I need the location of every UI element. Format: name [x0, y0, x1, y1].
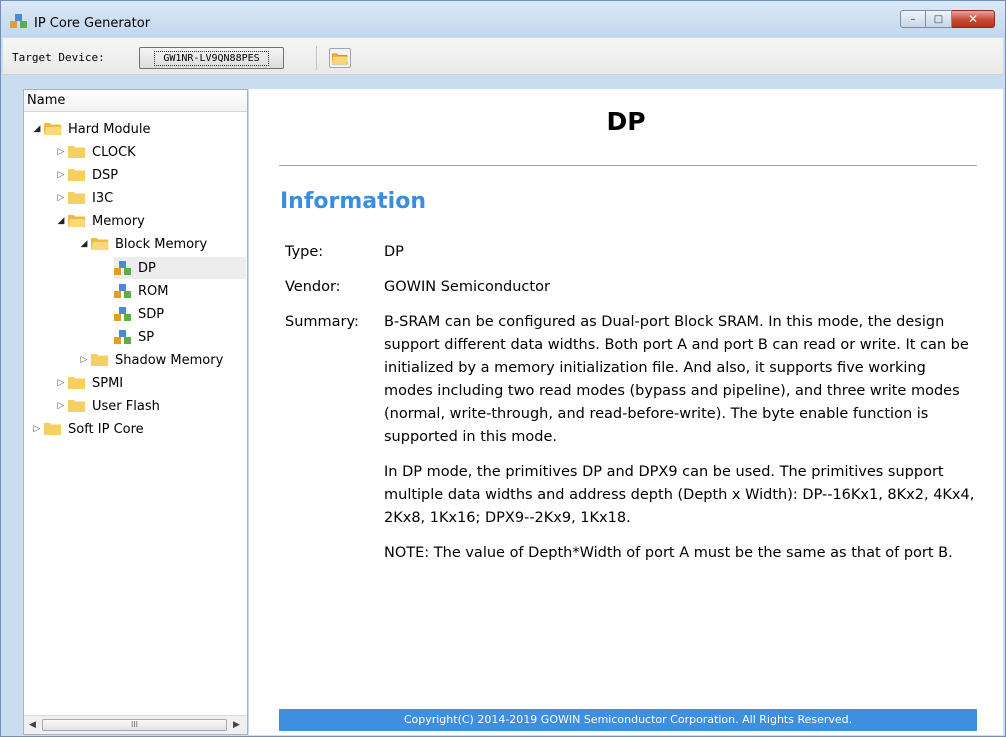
target-device-label: Target Device:: [12, 51, 105, 64]
tree-horizontal-scrollbar[interactable]: ◀ III ▶: [24, 715, 247, 734]
folder-icon: [91, 354, 108, 366]
tree-node-user-flash[interactable]: ▷ User Flash: [54, 395, 160, 417]
tree-node-clock[interactable]: ▷ CLOCK: [54, 141, 136, 163]
ip-core-cubes-icon: [114, 307, 131, 321]
scroll-left-arrow-icon[interactable]: ◀: [29, 720, 36, 730]
window-title: IP Core Generator: [34, 16, 151, 31]
tree-node-spmi[interactable]: ▷ SPMI: [54, 372, 124, 394]
expanded-arrow-icon[interactable]: ◢: [30, 124, 44, 134]
folder-icon: [68, 377, 85, 389]
title-bar[interactable]: IP Core Generator – □ ✕: [1, 1, 1005, 37]
summary-paragraph-1: B-SRAM can be configured as Dual-port Bl…: [384, 314, 969, 445]
tree-column-header[interactable]: Name: [24, 90, 247, 112]
app-cubes-icon: [10, 14, 27, 28]
tree-node-i3c[interactable]: ▷ I3C: [54, 187, 114, 209]
expanded-arrow-icon[interactable]: ◢: [77, 239, 91, 249]
vendor-value: GOWIN Semiconductor: [384, 279, 550, 295]
folder-open-icon: [68, 215, 86, 227]
scroll-right-arrow-icon[interactable]: ▶: [233, 720, 240, 730]
tree-node-sp[interactable]: SP: [114, 326, 154, 348]
tree-node-soft-ip-core[interactable]: ▷ Soft IP Core: [30, 418, 144, 440]
folder-icon: [68, 400, 85, 412]
tree-node-label: Memory: [92, 213, 145, 229]
expanded-arrow-icon[interactable]: ◢: [54, 216, 68, 226]
folder-icon: [68, 146, 85, 158]
ip-core-cubes-icon: [114, 284, 131, 298]
folder-icon: [68, 169, 85, 181]
tree-node-hard-module[interactable]: ◢ Hard Module: [30, 118, 151, 140]
tree-node-label: SDP: [138, 306, 165, 322]
type-row: Type: DP: [285, 241, 975, 264]
information-heading: Information: [280, 189, 426, 214]
window-controls: – □ ✕: [900, 10, 995, 28]
summary-key: Summary:: [285, 314, 359, 330]
collapsed-arrow-icon[interactable]: ▷: [54, 170, 68, 180]
collapsed-arrow-icon[interactable]: ▷: [54, 401, 68, 411]
folder-icon: [44, 423, 61, 435]
target-device-button[interactable]: GW1NR-LV9QN88PES: [139, 47, 284, 69]
close-icon[interactable]: ✕: [952, 10, 995, 28]
tree-node-dp[interactable]: DP: [114, 257, 246, 279]
collapsed-arrow-icon[interactable]: ▷: [30, 424, 44, 434]
tree-node-memory[interactable]: ◢ Memory: [54, 210, 145, 232]
toolbar: Target Device: GW1NR-LV9QN88PES: [3, 38, 1003, 75]
summary-paragraph-3: NOTE: The value of Depth*Width of port A…: [384, 545, 953, 561]
app-window: IP Core Generator – □ ✕ Target Device: G…: [0, 0, 1006, 737]
collapsed-arrow-icon[interactable]: ▷: [54, 378, 68, 388]
ip-tree: ◢ Hard Module ▷ CLOCK ▷ DSP ▷ I3C ◢ Memo…: [24, 113, 247, 713]
ip-info-panel: DP Information Type: DP Vendor: GOWIN Se…: [249, 89, 1003, 735]
tree-node-label: SP: [138, 329, 155, 345]
tree-node-label: DP: [138, 260, 156, 276]
tree-node-sdp[interactable]: SDP: [114, 303, 164, 325]
collapsed-arrow-icon[interactable]: ▷: [54, 147, 68, 157]
tree-node-label: DSP: [92, 167, 119, 183]
folder-open-icon: [332, 53, 348, 64]
tree-node-label: I3C: [92, 190, 114, 206]
target-device-value: GW1NR-LV9QN88PES: [154, 50, 269, 66]
tree-node-block-memory[interactable]: ◢ Block Memory: [77, 233, 208, 255]
ip-core-title: DP: [606, 107, 646, 136]
tree-node-rom[interactable]: ROM: [114, 280, 168, 302]
maximize-icon[interactable]: □: [926, 10, 952, 28]
tree-node-label: Soft IP Core: [68, 421, 144, 437]
tree-node-label: ROM: [138, 283, 169, 299]
ip-core-cubes-icon: [114, 261, 131, 275]
vendor-row: Vendor: GOWIN Semiconductor: [285, 276, 975, 299]
information-table: Type: DP Vendor: GOWIN Semiconductor Sum…: [285, 241, 975, 577]
toolbar-separator: [316, 46, 317, 70]
collapsed-arrow-icon[interactable]: ▷: [77, 355, 91, 365]
ip-core-cubes-icon: [114, 330, 131, 344]
ip-tree-panel: Name ◢ Hard Module ▷ CLOCK ▷ DSP ▷ I3C ◢…: [23, 89, 248, 735]
folder-icon: [68, 192, 85, 204]
tree-node-label: Shadow Memory: [115, 352, 224, 368]
collapsed-arrow-icon[interactable]: ▷: [54, 193, 68, 203]
copyright-footer: Copyright(C) 2014-2019 GOWIN Semiconduct…: [279, 709, 977, 731]
tree-node-shadow-memory[interactable]: ▷ Shadow Memory: [77, 349, 224, 371]
scrollbar-thumb[interactable]: III: [42, 719, 227, 731]
vendor-key: Vendor:: [285, 279, 341, 295]
type-key: Type:: [285, 244, 324, 260]
folder-open-icon: [44, 123, 62, 135]
tree-node-label: SPMI: [92, 375, 124, 391]
tree-node-label: CLOCK: [92, 144, 136, 160]
tree-node-label: User Flash: [92, 398, 160, 414]
tree-node-label: Block Memory: [115, 236, 208, 252]
tree-node-label: Hard Module: [68, 121, 151, 137]
summary-row: Summary: B-SRAM can be configured as Dua…: [285, 311, 975, 565]
tree-node-dsp[interactable]: ▷ DSP: [54, 164, 119, 186]
type-value: DP: [384, 244, 404, 260]
title-divider: [279, 165, 977, 166]
summary-paragraph-2: In DP mode, the primitives DP and DPX9 c…: [384, 464, 975, 526]
open-folder-button[interactable]: [329, 48, 351, 68]
folder-open-icon: [91, 238, 109, 250]
minimize-icon[interactable]: –: [900, 10, 926, 28]
